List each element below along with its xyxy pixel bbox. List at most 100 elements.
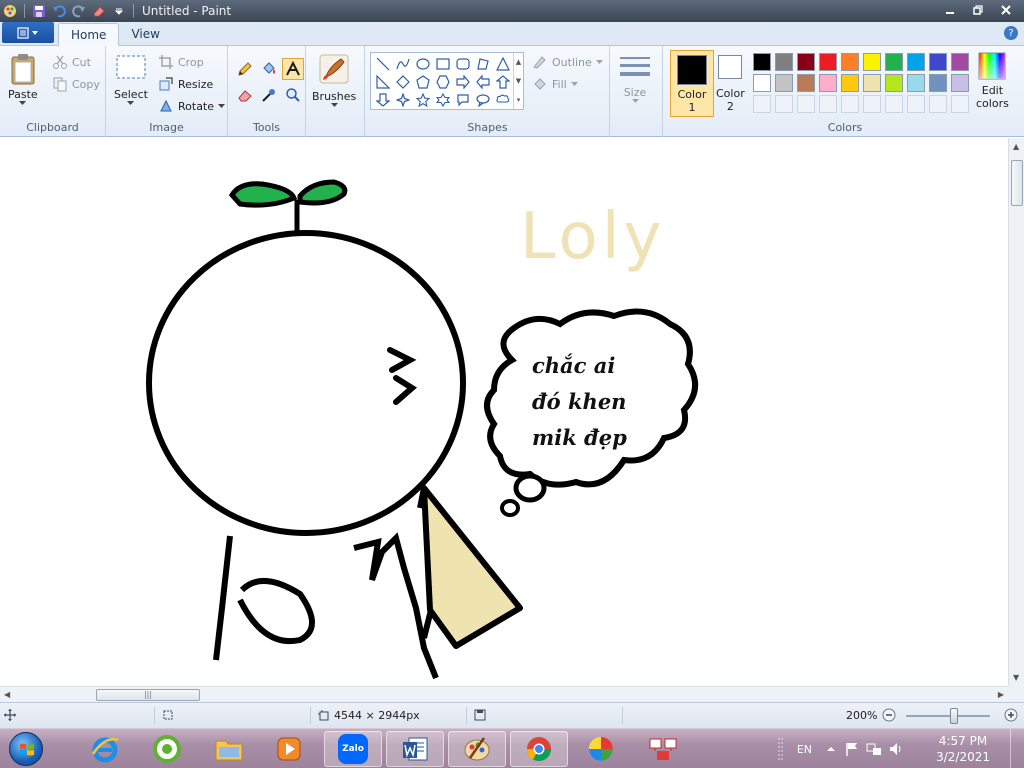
tab-view[interactable]: View <box>119 23 171 45</box>
right-triangle-shape-icon[interactable] <box>373 73 393 91</box>
zoom-slider-thumb[interactable] <box>950 708 958 724</box>
cut-button[interactable]: Cut <box>52 54 91 70</box>
custom-color-slot[interactable] <box>819 95 837 113</box>
palette-color-swatch[interactable] <box>907 53 925 71</box>
palette-color-swatch[interactable] <box>797 53 815 71</box>
palette-color-swatch[interactable] <box>775 74 793 92</box>
taskbar-word[interactable] <box>386 731 444 767</box>
network-icon[interactable] <box>866 741 882 757</box>
palette-color-swatch[interactable] <box>907 74 925 92</box>
color-picker-icon[interactable] <box>258 84 280 106</box>
rounded-rectangle-shape-icon[interactable] <box>453 55 473 73</box>
custom-color-slot[interactable] <box>753 95 771 113</box>
drawing-canvas[interactable]: Loly chắc ai đó khen mik đẹp <box>0 138 1008 686</box>
palette-color-swatch[interactable] <box>841 53 859 71</box>
palette-color-swatch[interactable] <box>951 74 969 92</box>
fill-button[interactable]: Fill <box>532 76 578 92</box>
horizontal-scroll-thumb[interactable]: ||| <box>96 689 200 701</box>
tab-home[interactable]: Home <box>58 23 120 46</box>
taskbar-coccoc-browser[interactable] <box>138 731 196 767</box>
palette-color-swatch[interactable] <box>797 74 815 92</box>
five-point-star-shape-icon[interactable] <box>413 91 433 109</box>
color1-button[interactable]: Color 1 <box>670 50 714 117</box>
show-hidden-icons-icon[interactable] <box>826 744 836 754</box>
taskbar-media-player[interactable] <box>260 731 318 767</box>
paste-button[interactable]: Paste <box>8 52 38 105</box>
scroll-up-arrow-icon[interactable]: ▲ <box>1013 142 1019 151</box>
eraser-icon[interactable] <box>234 84 256 106</box>
palette-color-swatch[interactable] <box>841 74 859 92</box>
zoom-out-button[interactable] <box>882 708 896 722</box>
polygon-shape-icon[interactable] <box>473 55 493 73</box>
edit-colors-button[interactable]: Edit colors <box>976 52 1009 110</box>
horizontal-scrollbar[interactable]: ◀ ||| ▶ <box>0 686 1008 702</box>
crop-button[interactable]: Crop <box>158 54 204 70</box>
taskbar-internet-explorer[interactable] <box>76 731 134 767</box>
cloud-callout-shape-icon[interactable] <box>493 91 513 109</box>
custom-color-slot[interactable] <box>929 95 947 113</box>
fill-bucket-icon[interactable] <box>258 58 280 80</box>
palette-color-swatch[interactable] <box>863 74 881 92</box>
shapes-gallery-more-icon[interactable]: ▾ <box>517 96 521 104</box>
palette-color-swatch[interactable] <box>819 53 837 71</box>
palette-color-swatch[interactable] <box>885 74 903 92</box>
left-arrow-shape-icon[interactable] <box>473 73 493 91</box>
file-menu-button[interactable] <box>2 22 54 43</box>
custom-color-slot[interactable] <box>775 95 793 113</box>
up-arrow-shape-icon[interactable] <box>493 73 513 91</box>
palette-color-swatch[interactable] <box>885 53 903 71</box>
action-center-flag-icon[interactable] <box>844 741 860 757</box>
four-point-star-shape-icon[interactable] <box>393 91 413 109</box>
save-icon[interactable] <box>31 3 47 19</box>
copy-button[interactable]: Copy <box>52 76 100 92</box>
oval-callout-shape-icon[interactable] <box>473 91 493 109</box>
palette-color-swatch[interactable] <box>819 74 837 92</box>
line-shape-icon[interactable] <box>373 55 393 73</box>
start-button[interactable] <box>4 730 48 768</box>
scroll-right-arrow-icon[interactable]: ▶ <box>998 690 1004 699</box>
vertical-scrollbar[interactable]: ▲ ▼ <box>1008 138 1024 686</box>
hexagon-shape-icon[interactable] <box>433 73 453 91</box>
custom-color-slot[interactable] <box>863 95 881 113</box>
volume-icon[interactable] <box>888 741 904 757</box>
taskbar-paint[interactable] <box>448 731 506 767</box>
pencil-icon[interactable] <box>234 58 256 80</box>
shapes-scroll-up-icon[interactable]: ▲ <box>516 58 521 66</box>
rotate-button[interactable]: Rotate <box>158 98 226 114</box>
input-language[interactable]: EN <box>797 743 812 756</box>
custom-color-slot[interactable] <box>797 95 815 113</box>
taskbar-color-app[interactable] <box>572 731 630 767</box>
custom-color-slot[interactable] <box>951 95 969 113</box>
taskbar-clock[interactable]: 4:57 PM 3/2/2021 <box>936 733 990 765</box>
taskbar-chrome[interactable] <box>510 731 568 767</box>
palette-color-swatch[interactable] <box>951 53 969 71</box>
resize-button[interactable]: Resize <box>158 76 213 92</box>
help-icon[interactable]: ? <box>1004 26 1018 40</box>
redo-icon[interactable] <box>71 3 87 19</box>
zoom-in-button[interactable] <box>1004 708 1018 722</box>
down-arrow-shape-icon[interactable] <box>373 91 393 109</box>
custom-color-slot[interactable] <box>841 95 859 113</box>
customize-qat-chevron-icon[interactable] <box>111 3 127 19</box>
palette-color-swatch[interactable] <box>753 53 771 71</box>
scroll-left-arrow-icon[interactable]: ◀ <box>4 690 10 699</box>
close-button[interactable] <box>992 0 1020 20</box>
text-tool-icon[interactable] <box>282 58 304 80</box>
palette-color-swatch[interactable] <box>929 53 947 71</box>
taskbar-zalo[interactable]: Zalo <box>324 731 382 767</box>
oval-shape-icon[interactable] <box>413 55 433 73</box>
select-button[interactable]: Select <box>114 54 148 105</box>
vertical-scroll-thumb[interactable] <box>1011 160 1023 206</box>
taskbar-network-tool[interactable] <box>634 731 692 767</box>
custom-color-slot[interactable] <box>907 95 925 113</box>
palette-color-swatch[interactable] <box>929 74 947 92</box>
shapes-gallery-scroll[interactable]: ▲ ▼ ▾ <box>513 53 523 109</box>
six-point-star-shape-icon[interactable] <box>433 91 453 109</box>
color2-button[interactable]: Color 2 <box>716 55 745 113</box>
diamond-shape-icon[interactable] <box>393 73 413 91</box>
curve-shape-icon[interactable] <box>393 55 413 73</box>
show-desktop-button[interactable] <box>1010 729 1024 768</box>
brushes-button[interactable]: Brushes <box>312 52 356 107</box>
palette-color-swatch[interactable] <box>753 74 771 92</box>
palette-color-swatch[interactable] <box>863 53 881 71</box>
